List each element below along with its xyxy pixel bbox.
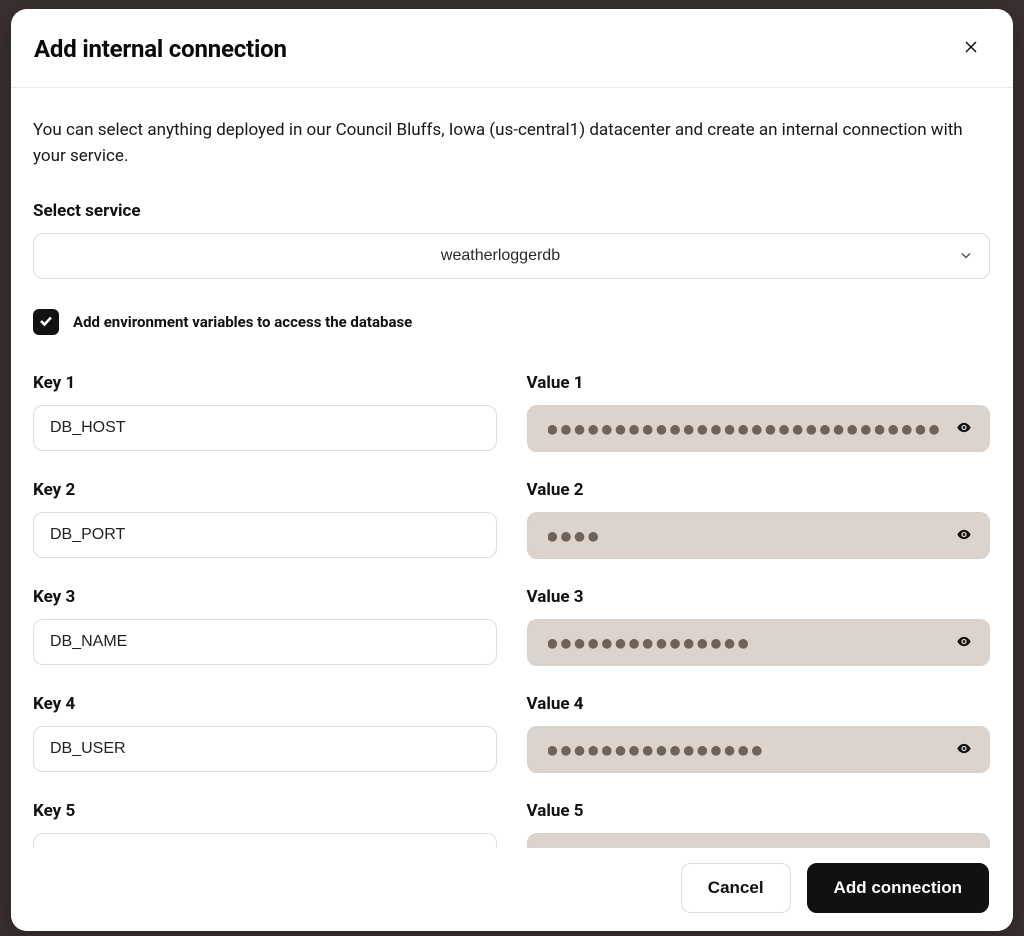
eye-icon	[956, 419, 972, 438]
env-key-label: Key 2	[33, 480, 497, 500]
env-key-input[interactable]	[33, 726, 497, 772]
select-service-label: Select service	[33, 201, 990, 221]
modal-footer: Cancel Add connection	[11, 848, 1013, 931]
service-select-value: weatherloggerdb	[441, 247, 560, 264]
env-value-wrap	[527, 726, 991, 773]
env-value-block: Value 3	[527, 587, 991, 666]
env-value-input[interactable]	[527, 833, 991, 848]
env-key-block: Key 3	[33, 587, 497, 666]
env-key-input[interactable]	[33, 619, 497, 665]
eye-icon	[956, 526, 972, 545]
env-value-input[interactable]	[527, 512, 991, 559]
eye-icon	[956, 633, 972, 652]
reveal-value-button[interactable]	[952, 522, 976, 549]
modal-body[interactable]: You can select anything deployed in our …	[11, 88, 1013, 848]
env-key-input[interactable]	[33, 405, 497, 451]
env-value-block: Value 5	[527, 801, 991, 848]
service-select[interactable]: weatherloggerdb	[33, 233, 990, 279]
reveal-value-button[interactable]	[952, 415, 976, 442]
eye-icon	[956, 847, 972, 848]
env-key-input[interactable]	[33, 833, 497, 848]
reveal-value-button[interactable]	[952, 736, 976, 763]
add-connection-button[interactable]: Add connection	[807, 863, 989, 913]
env-vars-grid: Key 1 Value 1 Key 2 Value 2 Key 3 Value 3 Key …	[33, 373, 990, 848]
env-value-wrap	[527, 619, 991, 666]
close-button[interactable]	[957, 35, 985, 63]
env-value-label: Value 3	[527, 587, 991, 607]
env-value-label: Value 5	[527, 801, 991, 821]
add-internal-connection-modal: Add internal connection You can select a…	[11, 9, 1013, 931]
env-key-label: Key 1	[33, 373, 497, 393]
env-value-wrap	[527, 512, 991, 559]
env-key-block: Key 5	[33, 801, 497, 848]
reveal-value-button[interactable]	[952, 843, 976, 848]
env-value-input[interactable]	[527, 726, 991, 773]
modal-title: Add internal connection	[34, 35, 287, 63]
env-key-label: Key 4	[33, 694, 497, 714]
env-value-label: Value 1	[527, 373, 991, 393]
env-vars-checkbox[interactable]	[33, 309, 59, 335]
env-value-block: Value 1	[527, 373, 991, 452]
env-key-input[interactable]	[33, 512, 497, 558]
env-value-input[interactable]	[527, 619, 991, 666]
env-value-block: Value 4	[527, 694, 991, 773]
modal-description: You can select anything deployed in our …	[33, 118, 990, 169]
env-key-block: Key 4	[33, 694, 497, 773]
env-vars-checkbox-label: Add environment variables to access the …	[73, 313, 412, 331]
env-key-block: Key 1	[33, 373, 497, 452]
env-value-label: Value 4	[527, 694, 991, 714]
env-vars-checkbox-row: Add environment variables to access the …	[33, 309, 990, 335]
env-value-wrap	[527, 405, 991, 452]
cancel-button[interactable]: Cancel	[681, 863, 791, 913]
check-icon	[39, 313, 53, 332]
env-value-input[interactable]	[527, 405, 991, 452]
env-key-block: Key 2	[33, 480, 497, 559]
service-select-wrap: weatherloggerdb	[33, 233, 990, 279]
env-key-label: Key 3	[33, 587, 497, 607]
env-key-label: Key 5	[33, 801, 497, 821]
env-value-block: Value 2	[527, 480, 991, 559]
env-value-wrap	[527, 833, 991, 848]
env-value-label: Value 2	[527, 480, 991, 500]
eye-icon	[956, 740, 972, 759]
close-icon	[963, 39, 979, 60]
modal-header: Add internal connection	[11, 9, 1013, 88]
reveal-value-button[interactable]	[952, 629, 976, 656]
